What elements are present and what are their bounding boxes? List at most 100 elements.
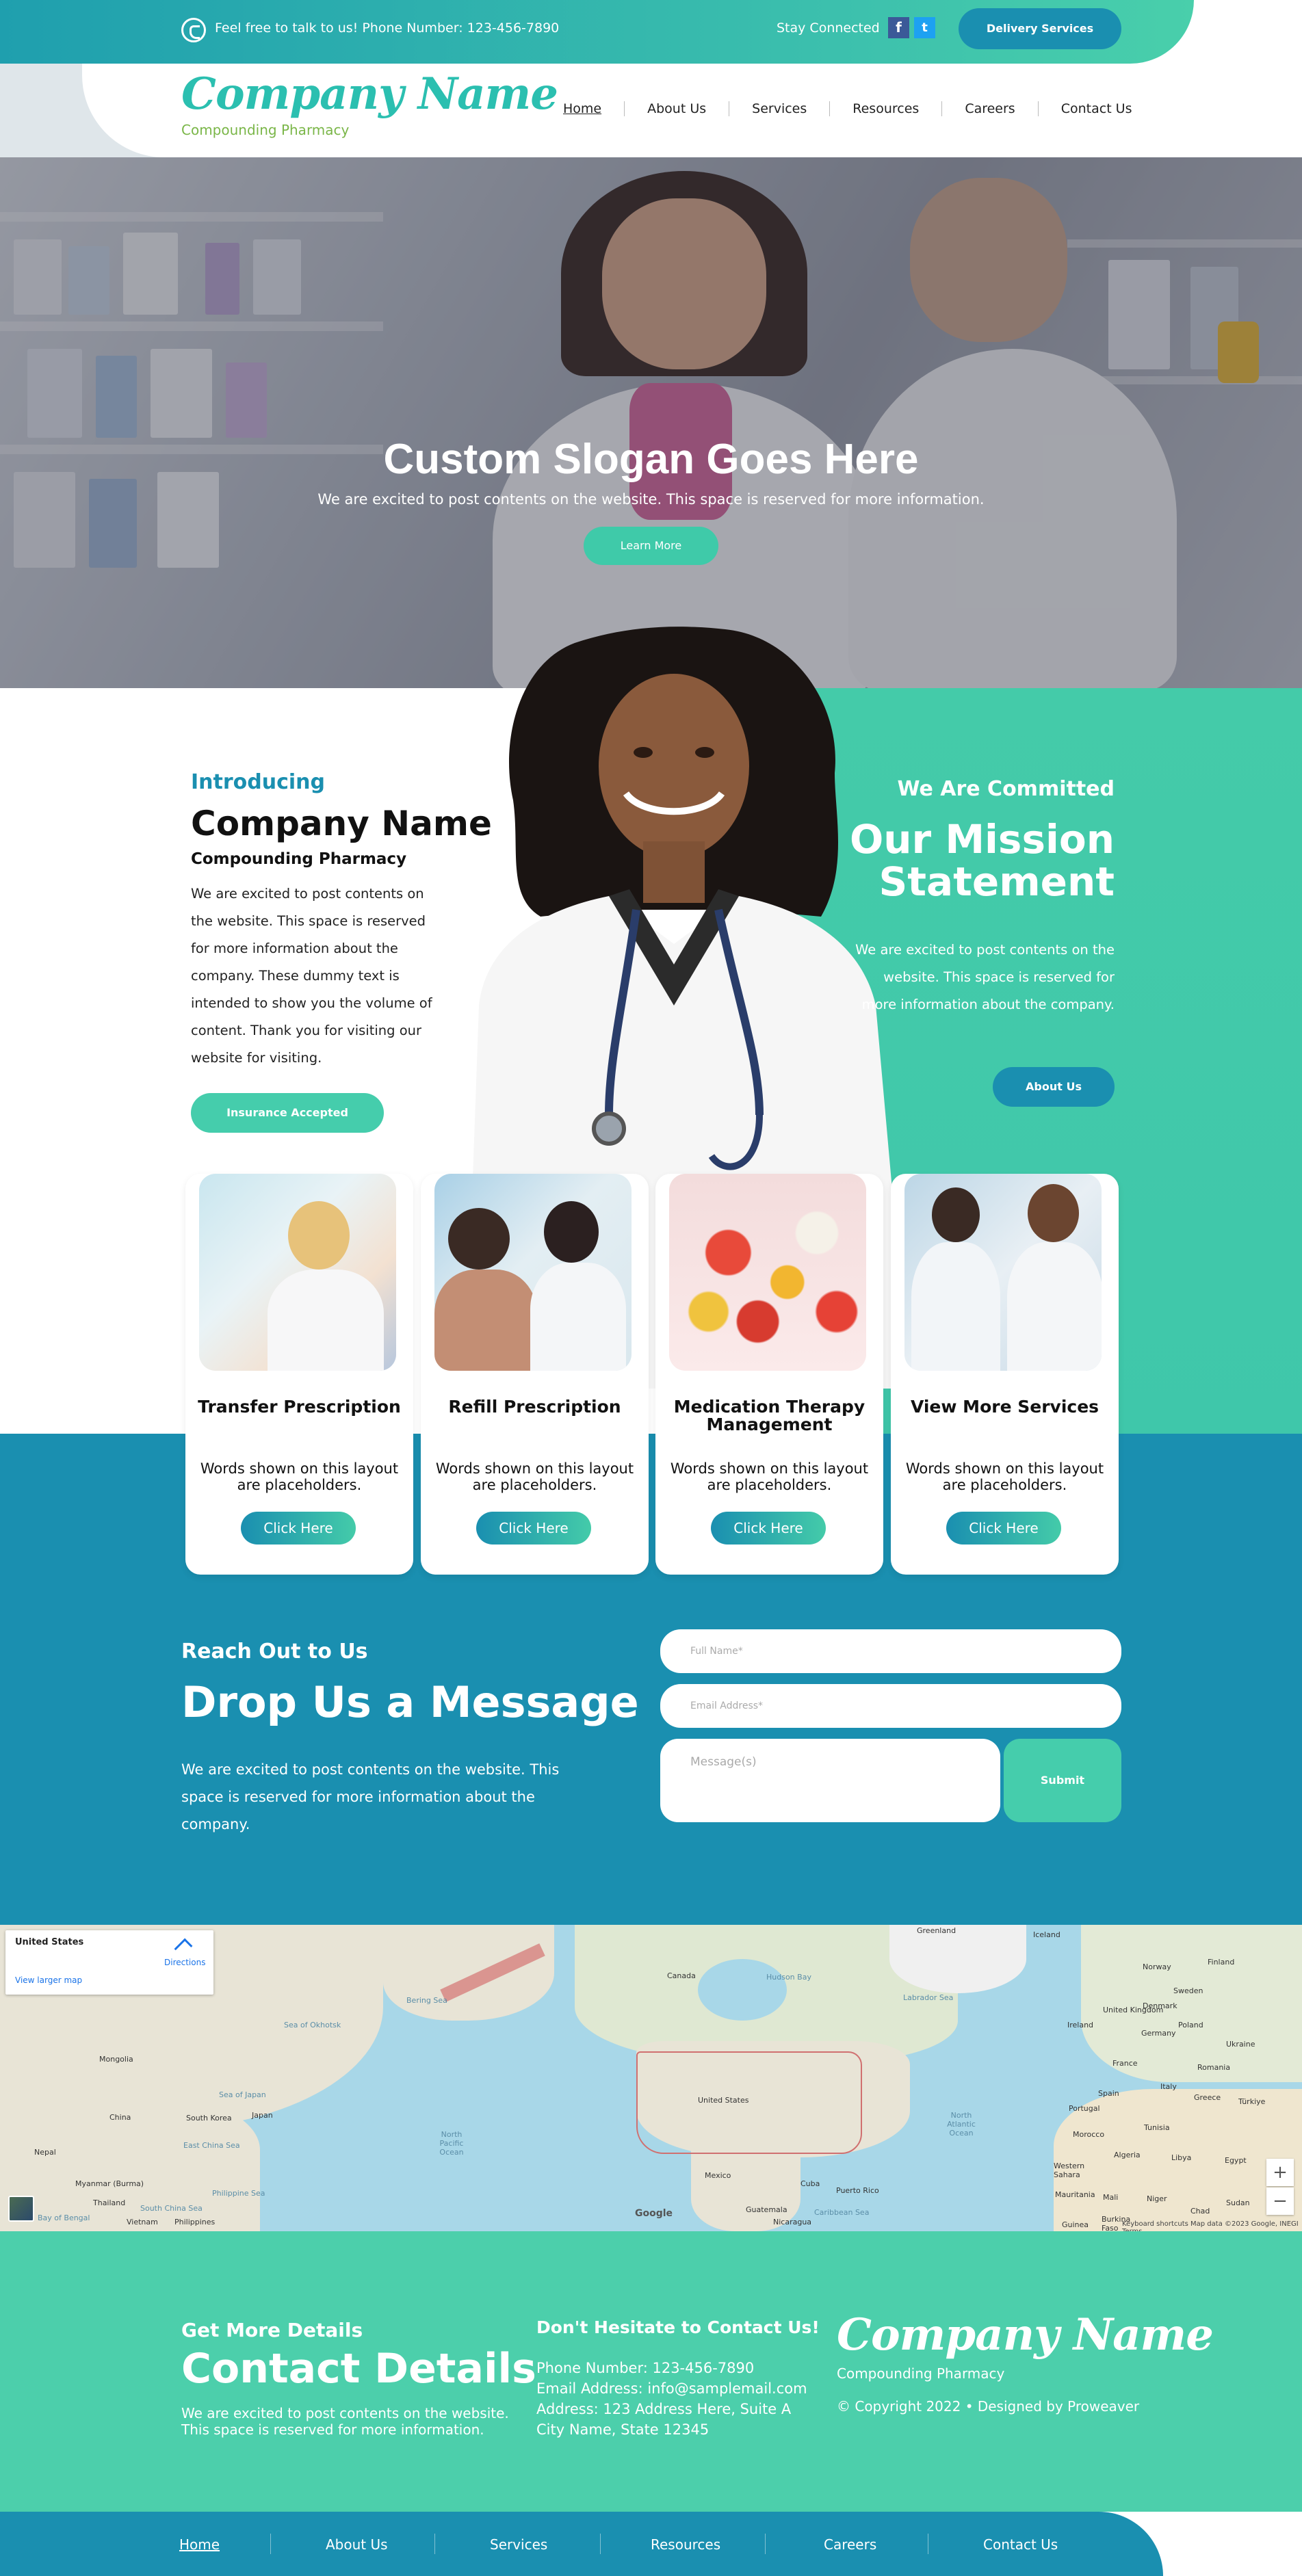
directions-icon[interactable] bbox=[174, 1938, 193, 1957]
medication-therapy-photo bbox=[669, 1174, 866, 1371]
service-card-refill[interactable]: Refill Prescription Words shown on this … bbox=[421, 1174, 649, 1575]
nav-services[interactable]: Services bbox=[729, 101, 829, 116]
service-card-medication[interactable]: Medication Therapy Management Words show… bbox=[655, 1174, 883, 1575]
map-label: Bering Sea bbox=[406, 1996, 447, 2005]
refill-prescription-photo bbox=[434, 1174, 632, 1371]
map-label: Libya bbox=[1171, 2153, 1192, 2162]
view-larger-map-link[interactable]: View larger map bbox=[15, 1975, 82, 1985]
map-label: Chad bbox=[1190, 2207, 1210, 2216]
service-card-transfer[interactable]: Transfer Prescription Words shown on thi… bbox=[185, 1174, 413, 1575]
footer-copyright: © Copyright 2022 • Designed by Proweaver bbox=[837, 2398, 1140, 2415]
map-label: Morocco bbox=[1073, 2130, 1105, 2139]
map-label: Denmark bbox=[1143, 2001, 1177, 2010]
click-here-button[interactable]: Click Here bbox=[476, 1512, 591, 1545]
stay-connected-label: Stay Connected bbox=[777, 21, 880, 36]
bottom-nav-divider bbox=[600, 2534, 601, 2554]
full-name-input[interactable]: Full Name* bbox=[660, 1629, 1121, 1673]
contact-body: We are excited to post contents on the w… bbox=[181, 1761, 560, 1832]
directions-link[interactable]: Directions bbox=[164, 1958, 205, 1967]
facebook-icon[interactable]: f bbox=[888, 17, 909, 38]
phone-icon bbox=[181, 18, 206, 42]
call-text: Feel free to talk to us! Phone Number: 1… bbox=[215, 21, 560, 36]
map-label: Japan bbox=[252, 2111, 273, 2120]
click-here-button[interactable]: Click Here bbox=[241, 1512, 356, 1545]
contact-title: Drop Us a Message bbox=[181, 1677, 639, 1727]
service-title: View More Services bbox=[910, 1397, 1099, 1417]
bottom-nav-divider bbox=[765, 2534, 766, 2554]
footer-logo[interactable]: Company Name bbox=[837, 2309, 1214, 2361]
footer-phone[interactable]: Phone Number: 123-456-7890 bbox=[536, 2360, 754, 2376]
map-label: Mauritania bbox=[1055, 2190, 1095, 2199]
zoom-out-button[interactable]: − bbox=[1266, 2187, 1294, 2215]
map-label: Greenland bbox=[917, 1926, 956, 1935]
map-label: Western Sahara bbox=[1054, 2161, 1085, 2179]
map-label: Sea of Japan bbox=[219, 2090, 266, 2099]
map-label: Mongolia bbox=[99, 2055, 133, 2064]
hero-overlay bbox=[0, 157, 1302, 688]
intro-subtitle: Compounding Pharmacy bbox=[191, 850, 407, 868]
service-desc: Words shown on this layout are placehold… bbox=[905, 1460, 1104, 1493]
bottom-nav-careers[interactable]: Careers bbox=[824, 2536, 876, 2553]
map-label: Algeria bbox=[1114, 2151, 1141, 2159]
map-label: Egypt bbox=[1225, 2156, 1247, 2165]
service-desc: Words shown on this layout are placehold… bbox=[670, 1460, 869, 1493]
map-label: Norway bbox=[1143, 1962, 1171, 1971]
map-label: Spain bbox=[1098, 2089, 1119, 2098]
bottom-nav-about-us[interactable]: About Us bbox=[326, 2536, 388, 2553]
map-label: Mali bbox=[1103, 2193, 1119, 2202]
bottom-nav-resources[interactable]: Resources bbox=[651, 2536, 720, 2553]
footer-title: Contact Details bbox=[181, 2345, 536, 2393]
map-satellite-toggle[interactable] bbox=[8, 2196, 34, 2222]
map-label: Mexico bbox=[705, 2171, 731, 2180]
nav-careers[interactable]: Careers bbox=[941, 101, 1037, 116]
map-label: Caribbean Sea bbox=[814, 2208, 870, 2217]
click-here-button[interactable]: Click Here bbox=[946, 1512, 1061, 1545]
footer-email[interactable]: Email Address: info@samplemail.com bbox=[536, 2380, 807, 2397]
map-label: Greece bbox=[1194, 2093, 1221, 2102]
footer-body: We are excited to post contents on the w… bbox=[181, 2405, 509, 2438]
map-label: Portugal bbox=[1069, 2104, 1100, 2113]
nav-home[interactable]: Home bbox=[541, 101, 624, 116]
logo[interactable]: Company Name bbox=[181, 68, 558, 120]
map-label: North Pacific Ocean bbox=[439, 2130, 464, 2157]
nav-contact-us[interactable]: Contact Us bbox=[1037, 101, 1155, 116]
click-here-button[interactable]: Click Here bbox=[711, 1512, 826, 1545]
bottom-nav-contact-us[interactable]: Contact Us bbox=[983, 2536, 1058, 2553]
nav-about-us[interactable]: About Us bbox=[624, 101, 729, 116]
footer-logo-subtitle: Compounding Pharmacy bbox=[837, 2365, 1005, 2382]
message-textarea[interactable]: Message(s) bbox=[660, 1739, 1000, 1822]
top-bar: Feel free to talk to us! Phone Number: 1… bbox=[0, 0, 1194, 64]
map-label: Hudson Bay bbox=[766, 1973, 811, 1982]
map-label: North Atlantic Ocean bbox=[947, 2111, 976, 2138]
contact-kicker: Reach Out to Us bbox=[181, 1640, 368, 1664]
map-label: East China Sea bbox=[183, 2141, 240, 2150]
google-logo: Google bbox=[635, 2208, 673, 2219]
delivery-services-button[interactable]: Delivery Services bbox=[959, 8, 1121, 49]
service-card-view-more[interactable]: View More Services Words shown on this l… bbox=[891, 1174, 1119, 1575]
logo-subtitle: Compounding Pharmacy bbox=[181, 122, 350, 138]
map-label: Iceland bbox=[1033, 1930, 1060, 1939]
learn-more-button[interactable]: Learn More bbox=[584, 527, 718, 565]
bottom-nav-divider bbox=[270, 2534, 271, 2554]
map-label: Cuba bbox=[800, 2179, 820, 2188]
service-title: Medication Therapy Management bbox=[673, 1397, 865, 1434]
bottom-nav-home[interactable]: Home bbox=[179, 2536, 220, 2553]
email-input[interactable]: Email Address* bbox=[660, 1684, 1121, 1728]
twitter-icon[interactable]: t bbox=[914, 17, 935, 38]
map-label: United States bbox=[698, 2096, 749, 2105]
nav-resources[interactable]: Resources bbox=[829, 101, 941, 116]
insurance-accepted-button[interactable]: Insurance Accepted bbox=[191, 1093, 384, 1133]
submit-button[interactable]: Submit bbox=[1004, 1739, 1121, 1822]
map-label: Puerto Rico bbox=[836, 2186, 879, 2195]
map-label: Italy bbox=[1160, 2082, 1177, 2091]
map-label: Nepal bbox=[34, 2148, 56, 2157]
bottom-nav-services[interactable]: Services bbox=[490, 2536, 547, 2553]
map-label: Ireland bbox=[1067, 2021, 1094, 2029]
about-us-button[interactable]: About Us bbox=[993, 1067, 1115, 1107]
bottom-nav-divider bbox=[434, 2534, 435, 2554]
mission-title: Our Mission Statement bbox=[849, 816, 1115, 905]
transfer-prescription-photo bbox=[199, 1174, 396, 1371]
map-label: Tunisia bbox=[1144, 2123, 1170, 2132]
footer-address-line1: Address: 123 Address Here, Suite A bbox=[536, 2401, 792, 2417]
zoom-in-button[interactable]: + bbox=[1266, 2159, 1294, 2186]
